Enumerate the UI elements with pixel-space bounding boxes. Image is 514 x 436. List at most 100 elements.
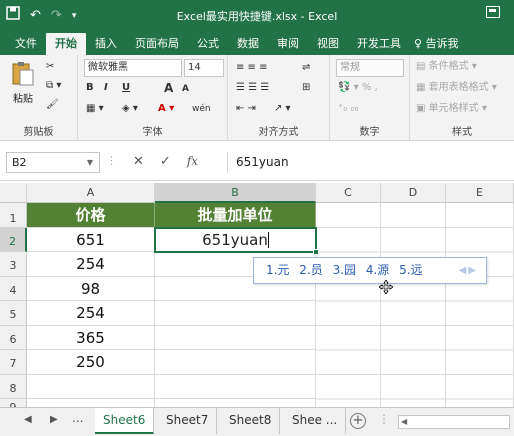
row-header-6[interactable]: 6 (0, 326, 27, 350)
align-left-icon[interactable]: ☰ ☰ ☰ (236, 81, 269, 95)
column-header-d[interactable]: D (381, 183, 446, 203)
tab-insert[interactable]: 插入 (86, 33, 126, 55)
row-header-5[interactable]: 5 (0, 301, 27, 326)
tab-page-layout[interactable]: 页面布局 (126, 33, 188, 55)
scroll-left-icon[interactable]: ◀ (401, 416, 407, 428)
cell-b9[interactable] (155, 399, 316, 407)
column-header-c[interactable]: C (316, 183, 381, 203)
cell-b8[interactable] (155, 375, 316, 399)
fill-color-icon[interactable]: ◈ ▾ (122, 102, 138, 116)
cell-a6[interactable]: 365 (27, 326, 155, 350)
ime-candidate-2[interactable]: 2.员 (299, 263, 322, 277)
fill-handle[interactable] (313, 249, 319, 255)
cell-a2[interactable]: 651 (27, 228, 155, 252)
ime-candidate-1[interactable]: 1.元 (266, 263, 289, 277)
tab-tell-me[interactable]: ♀ 告诉我 (410, 33, 468, 55)
indent-icon[interactable]: ⇤ ⇥ (236, 102, 256, 116)
spreadsheet-grid: A B C D E 1 2 3 4 5 6 7 8 9 价格 批量加单位 651… (0, 183, 514, 407)
formula-input[interactable]: 651yuan (227, 152, 514, 173)
tab-file[interactable]: 文件 (6, 33, 46, 55)
more-sheets-icon[interactable]: ... (72, 411, 83, 425)
prev-sheet-icon[interactable]: ◀ (24, 414, 32, 425)
copy-icon[interactable]: ⧉ ▾ (46, 79, 61, 93)
ime-candidate-5[interactable]: 5.远 (399, 263, 422, 277)
header-cell-price[interactable]: 价格 (27, 203, 155, 228)
cell-a3[interactable]: 254 (27, 252, 155, 277)
row-header-2[interactable]: 2 (0, 228, 27, 252)
font-name-select[interactable]: 微软雅黑 (84, 59, 182, 77)
borders-icon[interactable]: ▦ ▾ (86, 102, 104, 116)
ime-candidate-4[interactable]: 4.源 (366, 263, 389, 277)
column-header-a[interactable]: A (27, 183, 155, 203)
merge-icon[interactable]: ⊞ (302, 81, 310, 95)
cell-a4[interactable]: 98 (27, 277, 155, 301)
row-header-7[interactable]: 7 (0, 350, 27, 375)
ime-candidate-3[interactable]: 3.园 (333, 263, 356, 277)
row-header-8[interactable]: 8 (0, 375, 27, 399)
header-cell-unit[interactable]: 批量加单位 (155, 203, 316, 228)
bold-button[interactable]: B (86, 81, 94, 95)
active-cell-b2[interactable]: 651yuan (154, 227, 319, 255)
row-header-9[interactable]: 9 (0, 399, 27, 407)
cell-c-column[interactable] (316, 228, 381, 407)
cell-styles-icon: ▣ (416, 103, 426, 114)
row-header-3[interactable]: 3 (0, 252, 27, 277)
cell-styles-button[interactable]: ▣ 单元格样式 ▾ (416, 102, 487, 116)
orientation-icon[interactable]: ↗ ▾ (274, 102, 291, 116)
cell-d-column[interactable] (381, 228, 446, 407)
cell-b5[interactable] (155, 301, 316, 326)
number-format-select[interactable]: 常规 (336, 59, 404, 77)
tab-review[interactable]: 审阅 (268, 33, 308, 55)
tab-developer[interactable]: 开发工具 (348, 33, 410, 55)
horizontal-scrollbar[interactable]: ◀ (398, 415, 510, 429)
cell-e1[interactable] (446, 203, 514, 228)
title-bar: ↶ ↷ ▾ Excel最实用快捷键.xlsx - Excel (0, 0, 514, 30)
cancel-icon[interactable]: ✕ (133, 154, 144, 169)
tab-formulas[interactable]: 公式 (188, 33, 228, 55)
cell-e-column[interactable] (446, 228, 514, 407)
enter-icon[interactable]: ✓ (160, 154, 171, 169)
next-sheet-icon[interactable]: ▶ (50, 414, 58, 425)
format-as-table-button[interactable]: ▦ 套用表格格式 ▾ (416, 81, 497, 95)
name-box[interactable]: B2 ▼ (6, 152, 100, 173)
sheet-tab-sheet6[interactable]: Sheet6 (95, 408, 155, 434)
sheet-tab-overflow[interactable]: Shee ... (284, 408, 347, 434)
insert-function-icon[interactable]: fx (187, 154, 198, 169)
cell-b7[interactable] (155, 350, 316, 375)
cell-a5[interactable]: 254 (27, 301, 155, 326)
tab-data[interactable]: 数据 (228, 33, 268, 55)
tab-home[interactable]: 开始 (46, 33, 86, 55)
wrap-text-icon[interactable]: ⇌ (302, 61, 310, 75)
grow-font-button[interactable]: A (164, 81, 173, 95)
cell-a8[interactable] (27, 375, 155, 399)
sheet-tab-sheet8[interactable]: Sheet8 (221, 408, 281, 434)
paste-button[interactable]: 粘贴 (10, 61, 36, 105)
cell-d1[interactable] (381, 203, 446, 228)
phonetic-button[interactable]: wén (192, 102, 211, 116)
format-painter-icon[interactable]: 🖌 (46, 98, 59, 112)
column-header-e[interactable]: E (446, 183, 514, 203)
add-sheet-icon[interactable]: + (350, 413, 366, 429)
cut-icon[interactable]: ✂ (46, 60, 54, 74)
select-all-corner[interactable] (0, 183, 27, 203)
italic-button[interactable]: I (104, 81, 108, 95)
cell-a7[interactable]: 250 (27, 350, 155, 375)
row-header-4[interactable]: 4 (0, 277, 27, 301)
align-top-icon[interactable]: ≡ ≡ ≡ (236, 61, 268, 75)
decimal-icon[interactable]: ⁺₀ ₀₀ (338, 102, 358, 116)
conditional-formatting-button[interactable]: ▤ 条件格式 ▾ (416, 60, 477, 74)
underline-button[interactable]: U (122, 81, 130, 95)
ribbon-display-options-icon[interactable] (486, 6, 500, 18)
currency-icon[interactable]: 💱 ▾ % , (338, 81, 378, 95)
font-size-select[interactable]: 14 (184, 59, 224, 77)
shrink-font-button[interactable]: A (182, 82, 189, 96)
tab-view[interactable]: 视图 (308, 33, 348, 55)
ime-page-arrows-icon[interactable]: ◀▶ (459, 258, 478, 283)
cell-a9[interactable] (27, 399, 155, 407)
cell-c1[interactable] (316, 203, 381, 228)
sheet-tab-sheet7[interactable]: Sheet7 (158, 408, 218, 434)
font-color-icon[interactable]: A ▾ (158, 102, 174, 116)
cell-b6[interactable] (155, 326, 316, 350)
column-header-b[interactable]: B (155, 183, 316, 203)
row-header-1[interactable]: 1 (0, 203, 27, 228)
